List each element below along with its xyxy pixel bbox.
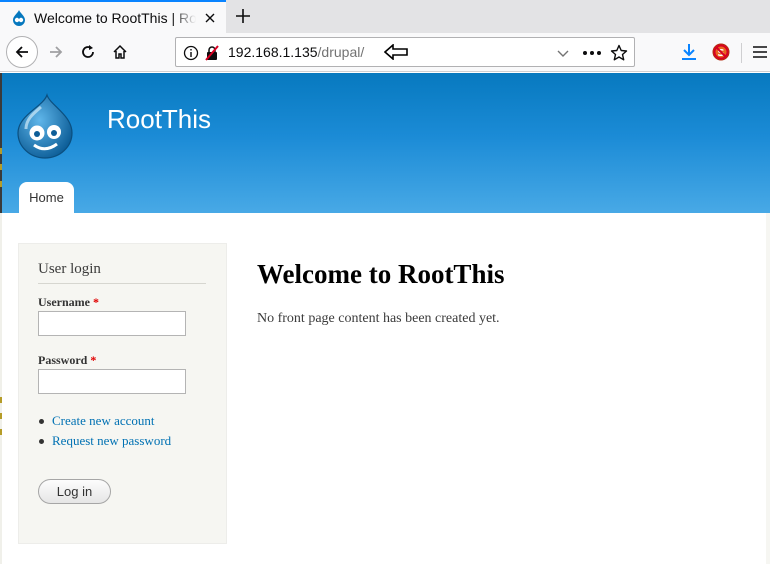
list-item: Request new password	[39, 433, 171, 453]
site-header: RootThis Home	[0, 73, 770, 213]
close-icon[interactable]	[202, 10, 218, 26]
active-tab[interactable]: Welcome to RootThis | RootThis	[0, 0, 226, 33]
url-path: /drupal/	[317, 44, 365, 60]
username-label-text: Username	[38, 295, 90, 309]
page-title: Welcome to RootThis	[257, 259, 505, 289]
user-login-block: User login Username * Password * Create …	[18, 243, 227, 544]
page-viewport: RootThis Home User login Username * Pass…	[0, 73, 770, 564]
url-text: 192.168.1.135/drupal/	[228, 44, 364, 60]
password-label: Password *	[38, 353, 96, 368]
reload-icon[interactable]	[72, 36, 104, 68]
drupal-drop-icon	[11, 9, 27, 26]
login-links-list: Create new account Request new password	[39, 413, 171, 453]
edge-mark	[0, 181, 2, 187]
navigation-toolbar: 192.168.1.135/drupal/ S	[0, 33, 770, 72]
request-password-link[interactable]: Request new password	[52, 433, 171, 448]
username-label: Username *	[38, 295, 99, 310]
log-in-button[interactable]: Log in	[38, 479, 111, 504]
site-name[interactable]: RootThis	[107, 104, 211, 135]
plus-icon[interactable]	[230, 3, 256, 29]
required-marker: *	[90, 353, 97, 367]
chevron-down-icon[interactable]	[556, 46, 570, 60]
url-host: 192.168.1.135	[228, 44, 318, 60]
noscript-icon[interactable]: S	[711, 42, 731, 62]
page-right-edge	[766, 213, 770, 564]
back-arrow-icon[interactable]	[6, 36, 38, 68]
tab-strip: Welcome to RootThis | RootThis	[0, 0, 770, 33]
edge-mark	[0, 148, 2, 154]
forward-arrow-icon[interactable]	[40, 36, 72, 68]
page-left-edge	[0, 213, 2, 564]
header-edge	[0, 73, 2, 213]
tab-home[interactable]: Home	[19, 182, 74, 213]
no-content-message: No front page content has been created y…	[257, 311, 500, 326]
username-field[interactable]	[38, 311, 186, 336]
address-bar[interactable]: 192.168.1.135/drupal/	[175, 37, 635, 67]
edge-mark	[0, 429, 2, 435]
edge-mark	[0, 413, 2, 419]
password-label-text: Password	[38, 353, 88, 367]
info-icon[interactable]	[183, 45, 199, 61]
create-account-link[interactable]: Create new account	[52, 413, 155, 428]
list-item: Create new account	[39, 413, 171, 433]
toolbar-separator	[741, 43, 742, 63]
pointer-arrow-icon	[383, 43, 408, 61]
insecure-lock-icon[interactable]	[204, 45, 220, 61]
drupal-logo[interactable]	[14, 93, 76, 159]
required-marker: *	[92, 295, 99, 309]
password-field[interactable]	[38, 369, 186, 394]
tab-title: Welcome to RootThis | RootThis	[34, 9, 196, 26]
hamburger-menu-icon[interactable]	[752, 44, 768, 60]
star-icon[interactable]	[610, 44, 628, 62]
bullet	[39, 419, 44, 424]
block-title: User login	[38, 261, 206, 284]
more-dots-icon[interactable]	[581, 44, 603, 62]
edge-mark	[0, 164, 2, 170]
edge-mark	[0, 397, 2, 403]
bullet	[39, 439, 44, 444]
home-icon[interactable]	[104, 36, 136, 68]
download-arrow-icon[interactable]	[680, 43, 698, 61]
